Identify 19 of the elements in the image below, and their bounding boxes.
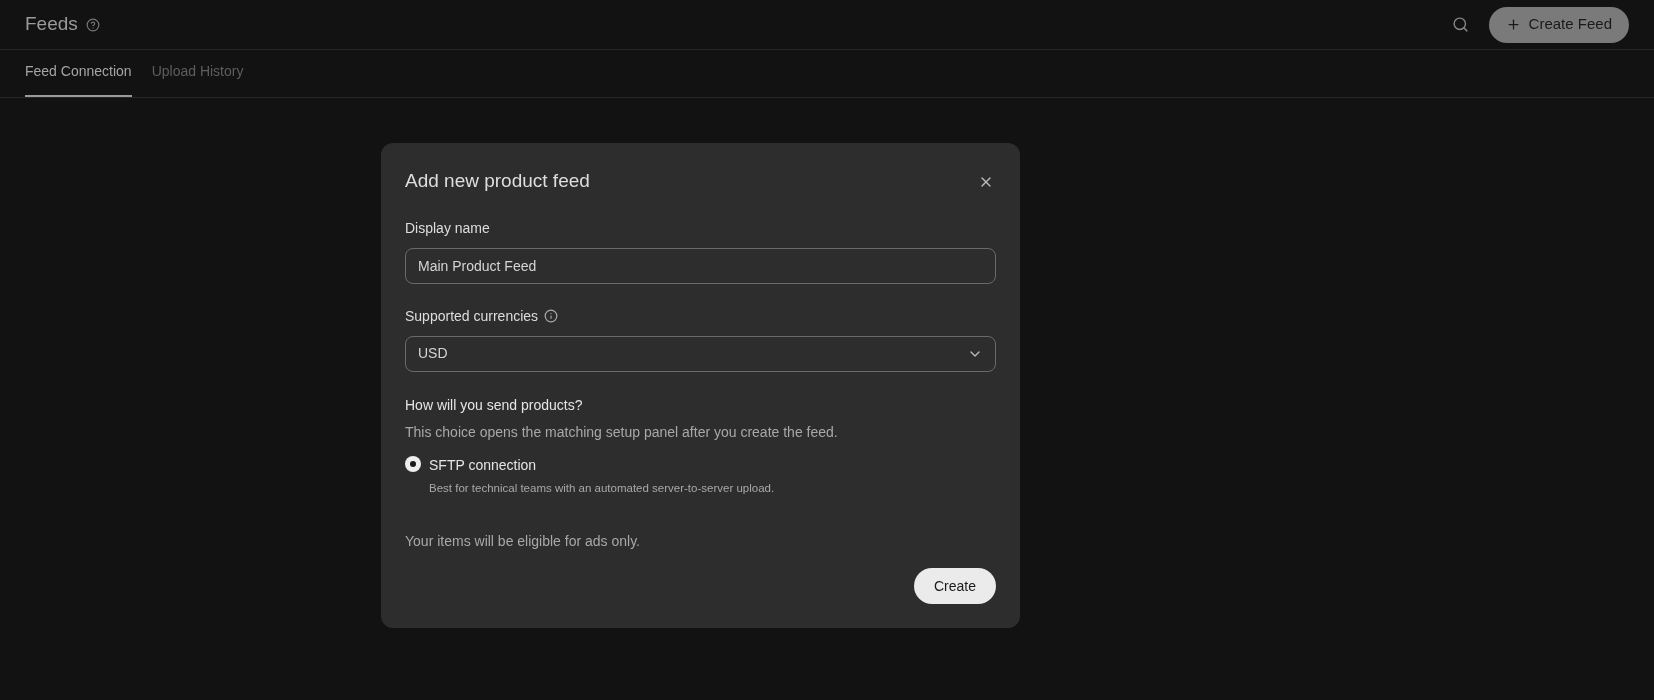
create-feed-button[interactable]: Create Feed — [1488, 6, 1629, 43]
currency-select[interactable]: USD — [405, 335, 996, 372]
section-heading: How will you send products? — [405, 395, 584, 415]
option-description: Best for technical teams with an automated server-to-server upload. — [429, 480, 775, 496]
eligibility-note: Your items will be eligible for ads only. — [405, 531, 641, 551]
section-description: This choice opens the matching setup panel after you create the feed. — [405, 422, 839, 442]
help-icon[interactable] — [85, 17, 100, 32]
field-label: Supported currencies — [405, 306, 539, 326]
dialog-title: Add new product feed — [405, 169, 590, 193]
option-label[interactable]: SFTP connection — [429, 454, 775, 476]
info-icon[interactable] — [544, 309, 559, 323]
field-label: Display name — [405, 218, 491, 238]
display-name-field[interactable]: Main Product Feed — [405, 247, 996, 284]
radio-button[interactable] — [405, 455, 421, 472]
plus-icon — [1505, 17, 1521, 32]
search-icon[interactable] — [1451, 16, 1469, 33]
page-title: Feeds — [25, 12, 78, 37]
tab[interactable]: Feed Connection — [25, 61, 132, 97]
create-button[interactable]: Create — [913, 568, 996, 604]
